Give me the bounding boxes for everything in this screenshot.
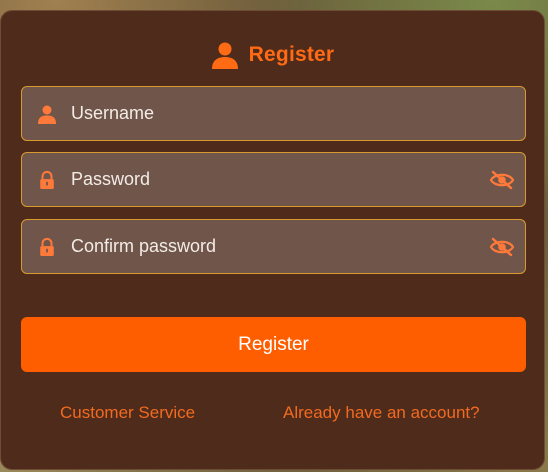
eye-slash-icon[interactable] xyxy=(489,236,515,258)
lock-icon xyxy=(37,237,57,257)
confirm-password-field[interactable] xyxy=(21,219,526,274)
username-field[interactable] xyxy=(21,86,526,141)
customer-service-link[interactable]: Customer Service xyxy=(60,403,195,423)
password-field[interactable] xyxy=(21,152,526,207)
password-input[interactable] xyxy=(71,153,491,206)
confirm-password-input[interactable] xyxy=(71,220,491,273)
register-button[interactable]: Register xyxy=(21,317,526,372)
username-input[interactable] xyxy=(71,87,491,140)
eye-slash-icon[interactable] xyxy=(489,169,515,191)
form-title: Register xyxy=(248,43,335,66)
form-header: Register xyxy=(1,41,544,69)
login-link[interactable]: Already have an account? xyxy=(283,403,480,423)
lock-icon xyxy=(37,170,57,190)
register-panel: Register Username Register Customer Serv… xyxy=(0,10,545,470)
user-icon xyxy=(37,104,57,124)
user-icon xyxy=(211,41,239,69)
